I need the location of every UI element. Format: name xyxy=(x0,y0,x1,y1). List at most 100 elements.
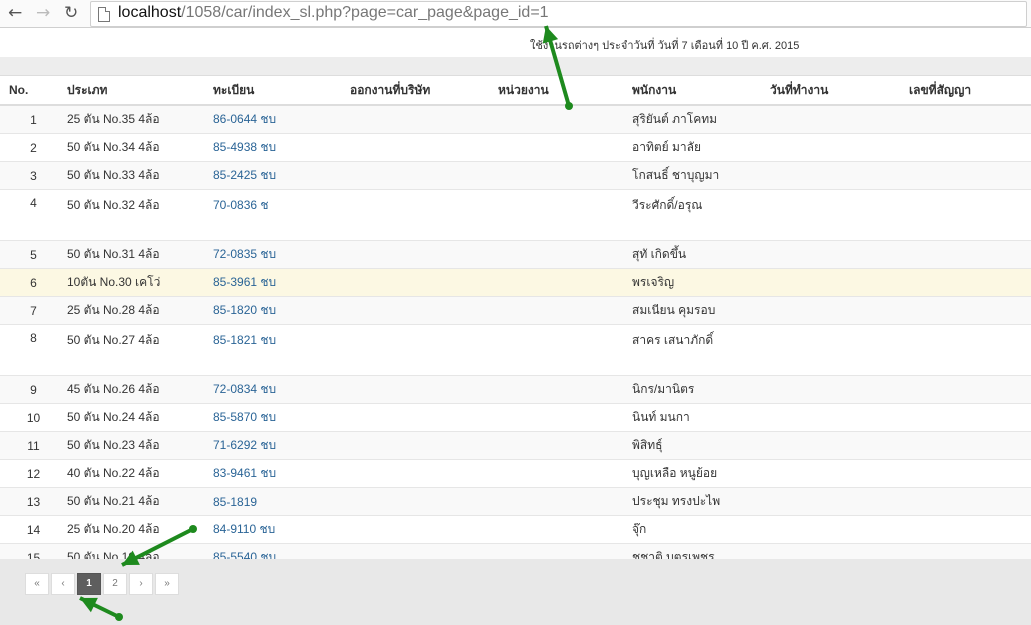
cell-company-work xyxy=(350,431,498,460)
page-2-button[interactable]: 2 xyxy=(103,573,127,595)
plate-link[interactable]: 85-4938 ชบ xyxy=(213,140,276,154)
cell-company-work xyxy=(350,104,498,134)
footer-area: «‹ 1 2 ›» xyxy=(0,559,1031,625)
table-row[interactable]: 11 50 ตัน No.23 4ล้อ 71-6292 ชบ พิสิทธุ์ xyxy=(0,431,1031,460)
cell-department xyxy=(498,324,632,376)
cell-type: 40 ตัน No.22 4ล้อ xyxy=(67,459,213,488)
cell-plate[interactable]: 83-9461 ชบ xyxy=(213,459,350,488)
cell-staff: วีระศักดิ์/อรุณ xyxy=(632,189,770,241)
cell-plate[interactable]: 85-1820 ชบ xyxy=(213,296,350,325)
cell-staff: นินท์ มนกา xyxy=(632,403,770,432)
plate-link[interactable]: 85-1819 xyxy=(213,495,257,509)
cell-type: 50 ตัน No.21 4ล้อ xyxy=(67,487,213,516)
column-header-no: No. xyxy=(0,75,67,106)
first-page-button[interactable]: « xyxy=(25,573,49,595)
cell-work-date xyxy=(770,104,909,134)
plate-link[interactable]: 84-9110 ชบ xyxy=(213,522,275,536)
cell-plate[interactable]: 85-5870 ชบ xyxy=(213,403,350,432)
table-row[interactable]: 14 25 ตัน No.20 4ล้อ 84-9110 ชบ จุ๊ก xyxy=(0,515,1031,544)
cell-work-date xyxy=(770,268,909,297)
plate-link[interactable]: 83-9461 ชบ xyxy=(213,466,276,480)
url-text[interactable]: localhost/1058/car/index_sl.php?page=car… xyxy=(118,4,549,22)
cell-type: 45 ตัน No.26 4ล้อ xyxy=(67,375,213,404)
table-row[interactable]: 10 50 ตัน No.24 4ล้อ 85-5870 ชบ นินท์ มนกา xyxy=(0,403,1031,432)
next-page-button[interactable]: › xyxy=(129,573,153,595)
cell-staff: สุทั เกิดขึ้น xyxy=(632,240,770,269)
cell-no: 2 xyxy=(0,133,67,162)
cell-plate[interactable]: 84-9110 ชบ xyxy=(213,515,350,544)
cell-type: 50 ตัน No.32 4ล้อ xyxy=(67,189,213,241)
cell-no: 3 xyxy=(0,161,67,190)
url-path: /1058/car/index_sl.php?page=car_page&pag… xyxy=(181,4,549,21)
table-header-row: No. ประเภท ทะเบียน ออกงานที่บริษัท หน่วย… xyxy=(0,75,1031,106)
column-header-company-work: ออกงานที่บริษัท xyxy=(350,75,498,106)
table-row[interactable]: 12 40 ตัน No.22 4ล้อ 83-9461 ชบ บุญเหลือ หน… xyxy=(0,459,1031,488)
page-icon xyxy=(98,7,110,22)
table-row[interactable]: 1 25 ตัน No.35 4ล้อ 86-0644 ชบ สุริยันต์ ภา… xyxy=(0,104,1031,134)
cell-contract-no xyxy=(909,104,1031,134)
cell-plate[interactable]: 72-0835 ชบ xyxy=(213,240,350,269)
column-header-department: หน่วยงาน xyxy=(498,75,632,106)
cell-company-work xyxy=(350,296,498,325)
cell-company-work xyxy=(350,324,498,376)
cell-department xyxy=(498,240,632,269)
cell-plate[interactable]: 85-1819 xyxy=(213,487,350,516)
cell-staff: สาคร เสนาภักดิ์ xyxy=(632,324,770,376)
forward-icon[interactable]: → xyxy=(36,3,50,23)
plate-link[interactable]: 70-0836 ช xyxy=(213,198,269,212)
cell-contract-no xyxy=(909,324,1031,376)
plate-link[interactable]: 85-1820 ชบ xyxy=(213,303,276,317)
table-row[interactable]: 9 45 ตัน No.26 4ล้อ 72-0834 ชบ นิกร/มานิตร xyxy=(0,375,1031,404)
table-row[interactable]: 3 50 ตัน No.33 4ล้อ 85-2425 ชบ โกสนธิ์ ชาบุ… xyxy=(0,161,1031,190)
cell-plate[interactable]: 71-6292 ชบ xyxy=(213,431,350,460)
table-row[interactable]: 6 10ตัน No.30 เคโว่ 85-3961 ชบ พรเจริญ xyxy=(0,268,1031,297)
table-row[interactable]: 2 50 ตัน No.34 4ล้อ 85-4938 ชบ อาทิตย์ มาลั… xyxy=(0,133,1031,162)
cell-work-date xyxy=(770,487,909,516)
address-bar[interactable]: localhost/1058/car/index_sl.php?page=car… xyxy=(90,1,1027,27)
reload-icon[interactable]: ↻ xyxy=(64,3,78,23)
cell-company-work xyxy=(350,133,498,162)
cell-work-date xyxy=(770,403,909,432)
cell-no: 9 xyxy=(0,375,67,404)
table-row[interactable]: 7 25 ตัน No.28 4ล้อ 85-1820 ชบ สมเนียน คุมร… xyxy=(0,296,1031,325)
cell-contract-no xyxy=(909,459,1031,488)
table-row[interactable]: 4 50 ตัน No.32 4ล้อ 70-0836 ช วีระศักดิ์/อร… xyxy=(0,189,1031,241)
cell-work-date xyxy=(770,515,909,544)
last-page-button[interactable]: » xyxy=(155,573,179,595)
cell-type: 50 ตัน No.23 4ล้อ xyxy=(67,431,213,460)
table-row[interactable]: 13 50 ตัน No.21 4ล้อ 85-1819 ประชุม ทรงปะไพ xyxy=(0,487,1031,516)
cell-plate[interactable]: 85-2425 ชบ xyxy=(213,161,350,190)
cell-plate[interactable]: 85-1821 ชบ xyxy=(213,324,350,376)
plate-link[interactable]: 85-1821 ชบ xyxy=(213,333,276,347)
plate-link[interactable]: 72-0835 ชบ xyxy=(213,247,276,261)
cell-plate[interactable]: 72-0834 ชบ xyxy=(213,375,350,404)
column-header-contract-no: เลขที่สัญญา xyxy=(909,75,1031,106)
back-icon[interactable]: ← xyxy=(8,3,22,23)
cell-contract-no xyxy=(909,161,1031,190)
cell-plate[interactable]: 85-4938 ชบ xyxy=(213,133,350,162)
table-row[interactable]: 8 50 ตัน No.27 4ล้อ 85-1821 ชบ สาคร เสนาภัก… xyxy=(0,324,1031,376)
cell-contract-no xyxy=(909,133,1031,162)
plate-link[interactable]: 86-0644 ชบ xyxy=(213,112,276,126)
cell-plate[interactable]: 85-3961 ชบ xyxy=(213,268,350,297)
cell-contract-no xyxy=(909,487,1031,516)
plate-link[interactable]: 85-2425 ชบ xyxy=(213,168,276,182)
cell-contract-no xyxy=(909,240,1031,269)
cell-plate[interactable]: 70-0836 ช xyxy=(213,189,350,241)
pagination: «‹ 1 2 ›» xyxy=(25,573,181,595)
cell-company-work xyxy=(350,161,498,190)
plate-link[interactable]: 85-3961 ชบ xyxy=(213,275,276,289)
cell-contract-no xyxy=(909,375,1031,404)
plate-link[interactable]: 85-5870 ชบ xyxy=(213,410,276,424)
cell-company-work xyxy=(350,268,498,297)
cell-company-work xyxy=(350,459,498,488)
plate-link[interactable]: 72-0834 ชบ xyxy=(213,382,276,396)
page-1-button[interactable]: 1 xyxy=(77,573,101,595)
cell-plate[interactable]: 86-0644 ชบ xyxy=(213,104,350,134)
table-row[interactable]: 5 50 ตัน No.31 4ล้อ 72-0835 ชบ สุทั เกิดขึ้… xyxy=(0,240,1031,269)
prev-page-button[interactable]: ‹ xyxy=(51,573,75,595)
cell-contract-no xyxy=(909,515,1031,544)
cell-no: 13 xyxy=(0,487,67,516)
plate-link[interactable]: 71-6292 ชบ xyxy=(213,438,276,452)
cell-department xyxy=(498,133,632,162)
